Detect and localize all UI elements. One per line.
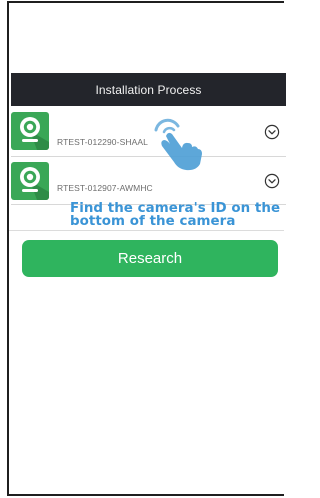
chevron-down-circle-icon[interactable] — [264, 124, 280, 140]
divider — [9, 230, 284, 231]
research-button[interactable]: Research — [22, 240, 278, 277]
app-header: Installation Process — [11, 73, 286, 106]
device-row[interactable]: RTEST-012907-AWMHC — [11, 157, 286, 205]
camera-icon — [11, 162, 49, 200]
chevron-down-circle-icon[interactable] — [264, 173, 280, 189]
device-id-label: RTEST-012290-SHAAL — [57, 137, 148, 147]
device-id-label: RTEST-012907-AWMHC — [57, 183, 153, 193]
tap-hand-icon — [154, 118, 202, 171]
device-row[interactable]: RTEST-012290-SHAAL — [11, 107, 286, 157]
camera-id-hint: Find the camera's ID on the bottom of th… — [70, 201, 281, 229]
camera-icon — [11, 112, 49, 150]
device-list: RTEST-012290-SHAAL RTEST-012907-AWMHC — [11, 107, 286, 205]
page-title: Installation Process — [95, 82, 202, 97]
